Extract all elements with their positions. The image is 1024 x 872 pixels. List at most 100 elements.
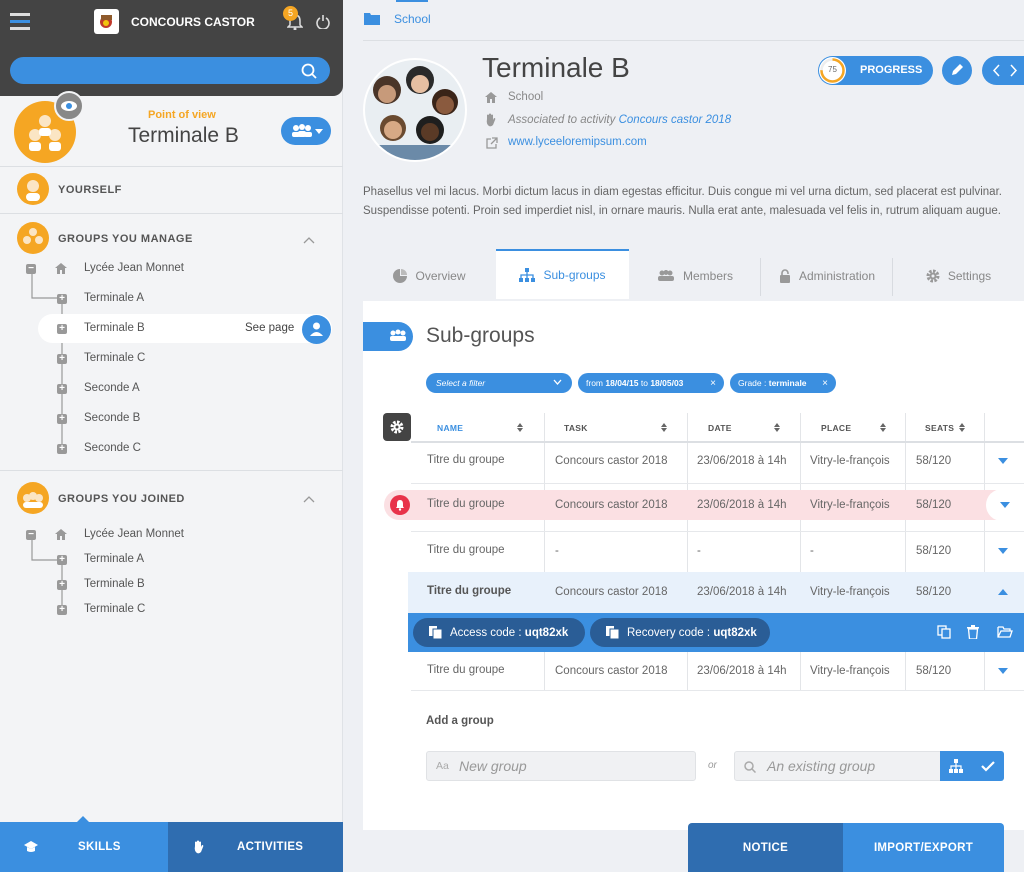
sort-icon[interactable] xyxy=(880,423,886,432)
expand-toggle[interactable]: + xyxy=(57,605,67,615)
cell-task: Concours castor 2018 xyxy=(555,499,668,511)
table-row-expanded[interactable]: Titre du groupe Concours castor 2018 23/… xyxy=(408,572,1024,613)
sort-icon[interactable] xyxy=(959,423,965,432)
yourself-link[interactable]: YOURSELF xyxy=(58,184,122,196)
remove-filter-icon[interactable]: × xyxy=(822,378,828,389)
open-folder-icon[interactable] xyxy=(997,626,1013,638)
column-header-name[interactable]: NAME xyxy=(437,423,463,433)
column-header-place[interactable]: PLACE xyxy=(821,423,851,433)
home-icon xyxy=(485,92,497,103)
cell-task: Concours castor 2018 xyxy=(555,665,668,677)
recovery-code-pill[interactable]: Recovery code : uqt82xk xyxy=(590,618,770,647)
collapse-chevron-icon[interactable] xyxy=(303,495,315,503)
expand-toggle[interactable]: + xyxy=(57,580,67,590)
tree-root-joined[interactable]: Lycée Jean Monnet xyxy=(84,528,184,540)
column-header-date[interactable]: DATE xyxy=(708,423,732,433)
progress-value: 75 xyxy=(828,65,837,74)
trash-icon[interactable] xyxy=(967,625,979,639)
tab-activities[interactable]: ACTIVITIES xyxy=(168,822,343,872)
import-export-button[interactable]: IMPORT/EXPORT xyxy=(843,823,1004,872)
hand-icon xyxy=(193,840,205,854)
confirm-button[interactable] xyxy=(972,751,1004,781)
grade-filter-chip[interactable]: Grade : terminale × xyxy=(730,373,836,393)
remove-filter-icon[interactable]: × xyxy=(710,378,716,389)
expand-toggle[interactable]: + xyxy=(57,555,67,565)
joined-item-terminale-c[interactable]: Terminale C xyxy=(84,603,145,615)
column-header-task[interactable]: TASK xyxy=(564,423,588,433)
user-icon-button[interactable] xyxy=(302,315,331,344)
filter-select[interactable]: Select a filter xyxy=(426,373,572,393)
duplicate-icon[interactable] xyxy=(937,625,951,639)
sort-icon[interactable] xyxy=(661,423,667,432)
alert-bell-icon[interactable] xyxy=(390,495,410,515)
joined-item-terminale-a[interactable]: Terminale A xyxy=(84,553,144,565)
tab-sub-groups[interactable]: Sub-groups xyxy=(496,249,629,299)
access-code-pill[interactable]: Access code : uqt82xk xyxy=(413,618,585,647)
new-group-input[interactable]: Aa New group xyxy=(426,751,696,781)
sidebar-item-terminale-c[interactable]: Terminale C xyxy=(84,352,145,364)
expand-toggle[interactable]: + xyxy=(57,384,67,394)
expand-toggle[interactable]: + xyxy=(57,294,67,304)
collapse-caret-icon[interactable] xyxy=(998,589,1008,595)
date-filter-chip[interactable]: from 18/04/15 to 18/05/03 × xyxy=(578,373,724,393)
tab-settings[interactable]: Settings xyxy=(893,251,1024,301)
expand-caret-icon[interactable] xyxy=(998,548,1008,554)
expand-toggle[interactable]: + xyxy=(57,414,67,424)
breadcrumb-active-marker xyxy=(396,0,428,2)
row-expand-pill[interactable] xyxy=(986,489,1024,521)
power-icon[interactable] xyxy=(316,15,330,29)
tab-administration[interactable]: Administration xyxy=(761,251,893,301)
sidebar-item-seconde-a[interactable]: Seconde A xyxy=(84,382,140,394)
notice-button[interactable]: NOTICE xyxy=(688,823,843,872)
expand-caret-icon[interactable] xyxy=(998,668,1008,674)
associated-activity-link[interactable]: Concours castor 2018 xyxy=(619,114,732,126)
table-settings-button[interactable] xyxy=(383,413,411,441)
tab-sub-groups-label: Sub-groups xyxy=(543,268,606,282)
filter-select-placeholder: Select a filter xyxy=(436,378,486,388)
collapse-toggle[interactable]: − xyxy=(26,530,36,540)
sidebar-item-terminale-a[interactable]: Terminale A xyxy=(84,292,144,304)
collapse-toggle[interactable]: − xyxy=(26,264,36,274)
collapse-chevron-icon[interactable] xyxy=(303,236,315,244)
expand-toggle[interactable]: + xyxy=(57,324,67,334)
column-header-seats[interactable]: SEATS xyxy=(925,423,954,433)
chevron-left-icon[interactable] xyxy=(992,64,1000,77)
expand-toggle[interactable]: + xyxy=(57,354,67,364)
sidebar-item-terminale-b[interactable]: Terminale B xyxy=(84,322,145,334)
sidebar-item-seconde-b[interactable]: Seconde B xyxy=(84,412,140,424)
table-row[interactable]: Titre du groupe Concours castor 2018 23/… xyxy=(411,443,1024,483)
website-link[interactable]: www.lyceeloremipsum.com xyxy=(508,136,647,148)
sidebar-item-seconde-c[interactable]: Seconde C xyxy=(84,442,141,454)
existing-group-placeholder: An existing group xyxy=(767,758,876,774)
tab-members[interactable]: Members xyxy=(629,251,761,301)
search-icon[interactable] xyxy=(301,63,317,79)
tab-overview[interactable]: Overview xyxy=(363,251,496,301)
expand-caret-icon[interactable] xyxy=(998,458,1008,464)
pie-chart-icon xyxy=(393,269,408,283)
pov-switch-button[interactable] xyxy=(281,117,331,145)
eye-icon[interactable] xyxy=(54,91,84,121)
breadcrumb[interactable]: School xyxy=(394,12,431,26)
menu-icon[interactable] xyxy=(10,12,30,30)
progress-button[interactable]: 75 PROGRESS xyxy=(818,56,933,85)
cell-place: Vitry-le-françois xyxy=(810,665,890,677)
pov-group-name: Terminale B xyxy=(128,124,239,147)
group-tree-button[interactable] xyxy=(940,751,972,781)
sort-icon[interactable] xyxy=(774,423,780,432)
tab-activities-label: ACTIVITIES xyxy=(237,841,304,853)
existing-group-input[interactable]: An existing group xyxy=(734,751,942,781)
chevron-right-icon[interactable] xyxy=(1010,64,1018,77)
tree-root-manage[interactable]: Lycée Jean Monnet xyxy=(84,262,184,274)
table-row-alert[interactable]: Titre du groupe Concours castor 2018 23/… xyxy=(411,490,1024,520)
joined-item-terminale-b[interactable]: Terminale B xyxy=(84,578,145,590)
sidebar-search-input[interactable] xyxy=(10,57,330,84)
table-row[interactable]: Titre du groupe - - - 58/120 xyxy=(411,532,1024,572)
table-row[interactable]: Titre du groupe Concours castor 2018 23/… xyxy=(411,652,1024,690)
sort-icon[interactable] xyxy=(517,423,523,432)
expand-toggle[interactable]: + xyxy=(57,444,67,454)
edit-button[interactable] xyxy=(942,56,972,85)
see-page-link[interactable]: See page xyxy=(245,322,294,334)
divider xyxy=(0,470,343,471)
recovery-code-value: uqt82xk xyxy=(713,626,757,639)
tab-skills[interactable]: SKILLS xyxy=(0,822,168,872)
